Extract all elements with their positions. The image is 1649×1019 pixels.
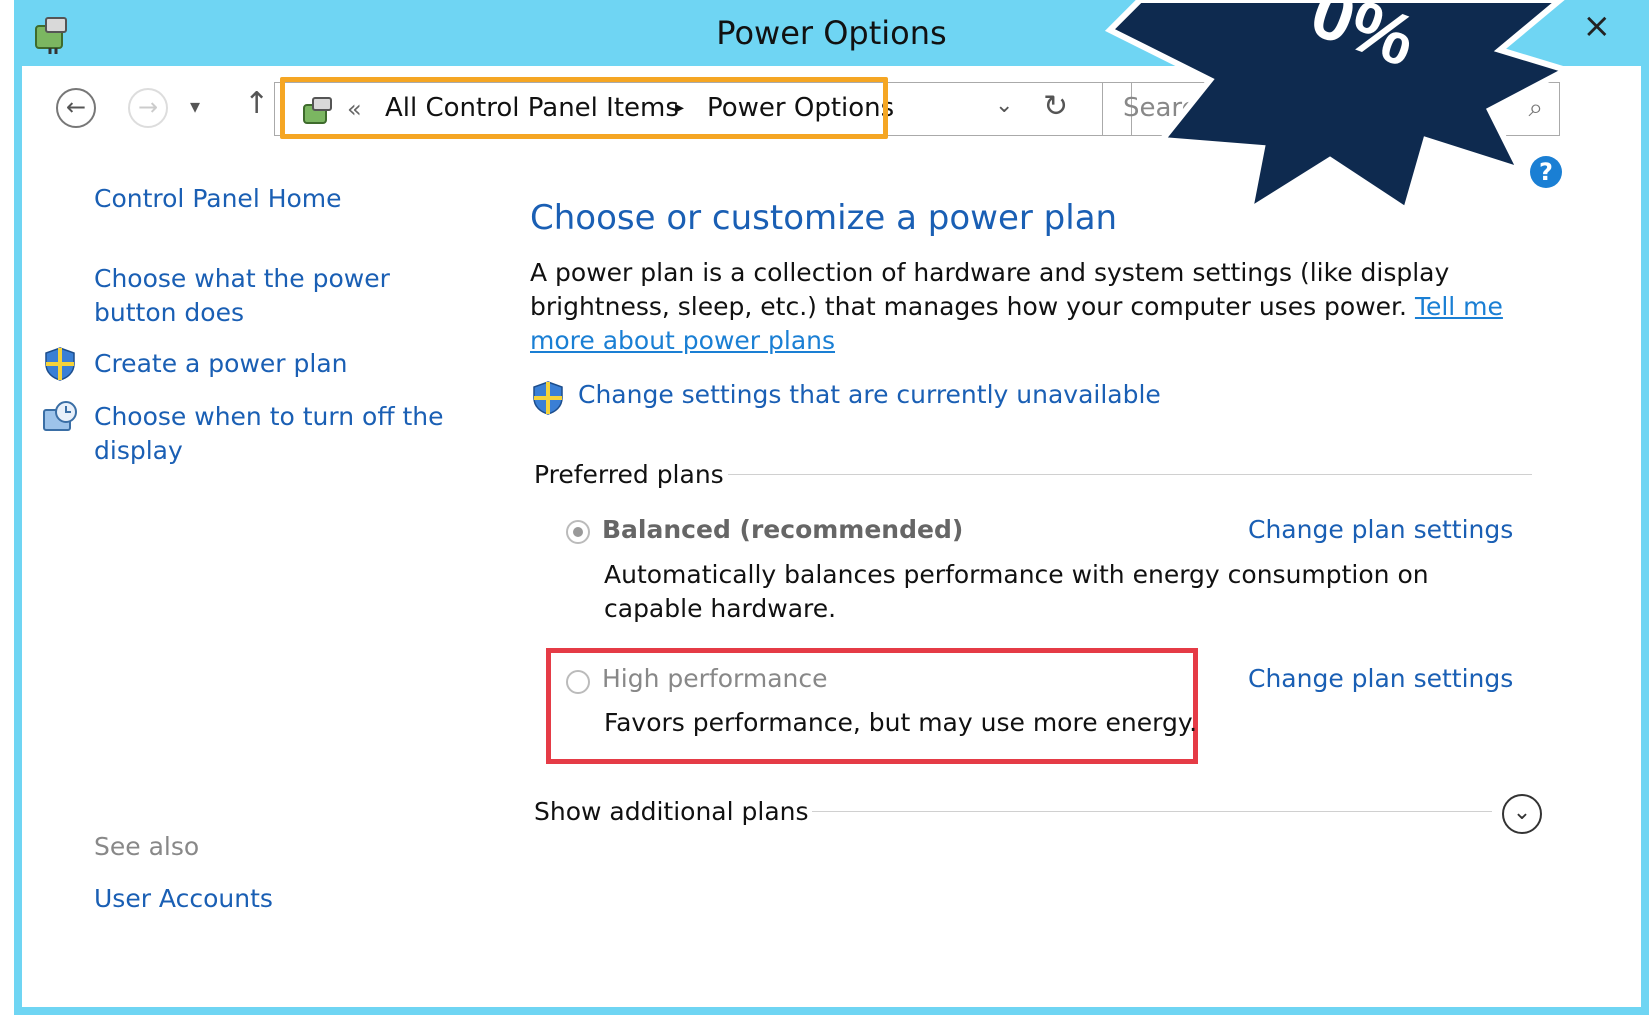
plan-name-balanced: Balanced (recommended) bbox=[602, 515, 964, 544]
up-button[interactable]: ↑ bbox=[244, 86, 269, 121]
recent-locations-icon[interactable]: ▾ bbox=[190, 94, 200, 118]
expand-additional-plans-button[interactable]: ⌄ bbox=[1502, 794, 1542, 834]
control-panel-home-link[interactable]: Control Panel Home bbox=[94, 182, 342, 216]
uac-shield-icon bbox=[533, 381, 563, 415]
change-unavailable-settings-link[interactable]: Change settings that are currently unava… bbox=[578, 380, 1161, 409]
plan-name-high-performance: High performance bbox=[602, 664, 828, 693]
show-additional-plans-label[interactable]: Show additional plans bbox=[534, 797, 809, 826]
page-title: Choose or customize a power plan bbox=[530, 198, 1118, 238]
refresh-icon[interactable]: ↻ bbox=[1043, 89, 1068, 124]
see-also-user-accounts[interactable]: User Accounts bbox=[94, 882, 273, 916]
back-button[interactable]: ← bbox=[56, 88, 96, 128]
change-plan-settings-high-performance[interactable]: Change plan settings bbox=[1248, 664, 1513, 693]
high-performance-radio[interactable] bbox=[566, 670, 590, 694]
uac-shield-icon bbox=[45, 347, 75, 381]
display-clock-icon bbox=[43, 401, 77, 431]
change-plan-settings-balanced[interactable]: Change plan settings bbox=[1248, 515, 1513, 544]
forward-button[interactable]: → bbox=[128, 88, 168, 128]
section-divider bbox=[812, 811, 1492, 812]
page-description: A power plan is a collection of hardware… bbox=[530, 256, 1540, 358]
sidebar-item-power-button[interactable]: Choose what the power button does bbox=[94, 262, 474, 330]
address-dropdown-icon[interactable]: ⌄ bbox=[995, 93, 1013, 118]
sidebar-item-display-off[interactable]: Choose when to turn off the display bbox=[94, 400, 474, 468]
section-divider bbox=[728, 474, 1532, 475]
percent-starburst-badge: 0% bbox=[1104, 0, 1574, 217]
description-text: A power plan is a collection of hardware… bbox=[530, 258, 1450, 321]
sidebar-item-create-plan[interactable]: Create a power plan bbox=[94, 347, 347, 381]
breadcrumb-highlight-box bbox=[280, 77, 888, 139]
balanced-radio[interactable] bbox=[566, 520, 590, 544]
preferred-plans-label: Preferred plans bbox=[534, 460, 724, 489]
see-also-label: See also bbox=[94, 832, 200, 861]
plan-desc-high-performance: Favors performance, but may use more ene… bbox=[604, 708, 1198, 737]
plan-desc-balanced: Automatically balances performance with … bbox=[604, 560, 1429, 623]
